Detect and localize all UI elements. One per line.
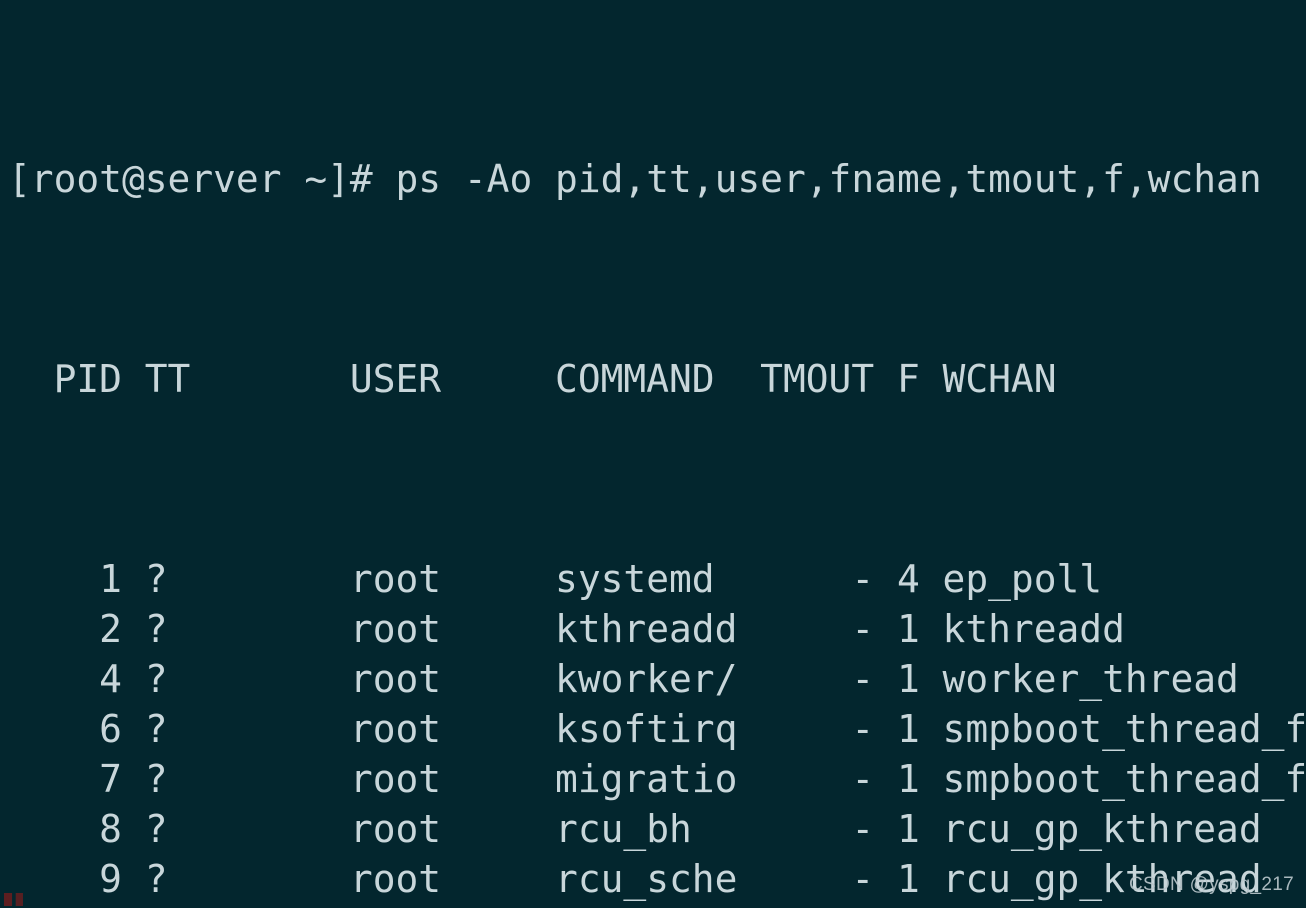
ps-table-header: PID TT USER COMMAND TMOUT F WCHAN	[8, 357, 1057, 401]
ps-table-body: 1 ? root systemd - 4 ep_poll 2 ? root kt…	[8, 554, 1306, 908]
ps-table-row: 10 ? root lru-add- - 1 rescuer_thread	[8, 904, 1306, 908]
ps-table-row: 7 ? root migratio - 1 smpboot_thread_fn	[8, 757, 1306, 801]
terminal-window[interactable]: [root@server ~]# ps -Ao pid,tt,user,fnam…	[0, 0, 1306, 908]
ps-table-row: 8 ? root rcu_bh - 1 rcu_gp_kthread	[8, 807, 1262, 851]
ps-table-row: 6 ? root ksoftirq - 1 smpboot_thread_fn	[8, 707, 1306, 751]
ps-table-row: 2 ? root kthreadd - 1 kthreadd	[8, 607, 1125, 651]
ps-table-row: 1 ? root systemd - 4 ep_poll	[8, 557, 1103, 601]
watermark-label: CSDN @yspg_217	[1128, 874, 1294, 895]
ps-table-row: 9 ? root rcu_sche - 1 rcu_gp_kthread	[8, 857, 1262, 901]
shell-prompt-line: [root@server ~]# ps -Ao pid,tt,user,fnam…	[8, 157, 1262, 201]
ps-table-row: 4 ? root kworker/ - 1 worker_thread	[8, 657, 1239, 701]
terminal-screen: [root@server ~]# ps -Ao pid,tt,user,fnam…	[8, 4, 1306, 908]
